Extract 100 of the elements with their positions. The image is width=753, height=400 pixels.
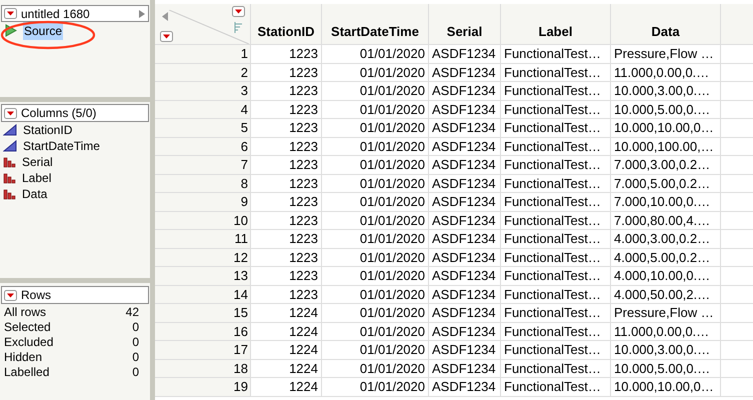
table-cell: ASDF1234 (429, 360, 501, 377)
play-icon[interactable] (5, 24, 17, 37)
column-header[interactable]: Data (611, 4, 721, 44)
table-cell: FunctionalTest… (501, 322, 611, 340)
table-cell: FunctionalTest… (501, 304, 611, 322)
row-number: 6 (155, 138, 251, 155)
table-cell: 01/01/2020 (322, 360, 429, 377)
column-header[interactable]: Serial (429, 4, 501, 44)
dropdown-menu-icon[interactable] (4, 108, 17, 118)
table-cell: 1223 (251, 267, 322, 284)
row-number: 19 (155, 378, 251, 396)
table-cell: FunctionalTest… (501, 286, 611, 303)
table-cell: 01/01/2020 (322, 193, 429, 210)
row-number: 16 (155, 322, 251, 340)
table-cell: 1224 (251, 378, 322, 396)
stat-value: 0 (132, 364, 139, 380)
table-cell: 01/01/2020 (322, 64, 429, 81)
table-cell: ASDF1234 (429, 322, 501, 340)
table-cell: ASDF1234 (429, 193, 501, 210)
column-item[interactable]: Data (22, 185, 48, 203)
table-cell: 1224 (251, 304, 322, 322)
table-cell: 01/01/2020 (322, 322, 429, 340)
table-cell: 10.000,10.00,0… (611, 119, 721, 136)
table-cell: 01/01/2020 (322, 267, 429, 284)
table-cell: 10.000,10.00,0… (611, 378, 721, 396)
row-number: 9 (155, 193, 251, 210)
table-cell: ASDF1234 (429, 156, 501, 174)
table-cell: 01/01/2020 (322, 212, 429, 229)
table-cell: 1223 (251, 174, 322, 192)
table-cell: 1223 (251, 193, 322, 210)
stat-value: 42 (126, 304, 139, 320)
row-number: 4 (155, 100, 251, 118)
table-cell: ASDF1234 (429, 267, 501, 284)
table-cell: ASDF1234 (429, 341, 501, 358)
table-cell: 10.000,5.00,0.… (611, 100, 721, 118)
table-cell: FunctionalTest… (501, 267, 611, 284)
table-cell: 4.000,5.00,0.2… (611, 248, 721, 266)
table-cell: FunctionalTest… (501, 230, 611, 248)
rows-title: Rows (21, 287, 52, 304)
triangle-icon (3, 124, 17, 136)
table-cell: ASDF1234 (429, 82, 501, 100)
dropdown-menu-icon[interactable] (232, 6, 245, 17)
dropdown-menu-icon[interactable] (4, 290, 17, 300)
table-cell: 10.000,100.00,… (611, 138, 721, 155)
expand-arrow-icon[interactable] (138, 8, 146, 18)
table-cell: FunctionalTest… (501, 64, 611, 81)
table-cell: 1224 (251, 360, 322, 377)
bar-chart-icon (3, 188, 16, 200)
table-cell: 1223 (251, 138, 322, 155)
table-cell: Pressure,Flow … (611, 45, 721, 62)
column-item[interactable]: StationID (23, 121, 72, 139)
left-arrow-icon[interactable] (162, 12, 168, 21)
column-item[interactable]: StartDateTime (23, 137, 100, 155)
lines-icon (234, 22, 243, 33)
bar-chart-icon (3, 156, 16, 168)
table-cell: FunctionalTest… (501, 174, 611, 192)
column-header[interactable]: Label (501, 4, 611, 44)
table-cell: ASDF1234 (429, 45, 501, 62)
table-cell: 01/01/2020 (322, 156, 429, 174)
stat-label: Excluded (4, 334, 54, 350)
table-cell: ASDF1234 (429, 174, 501, 192)
table-cell: 01/01/2020 (322, 341, 429, 358)
table-cell: 01/01/2020 (322, 286, 429, 303)
row-number: 15 (155, 304, 251, 322)
column-item[interactable]: Serial (22, 153, 53, 171)
table-cell: Pressure,Flow … (611, 304, 721, 322)
table-cell: 1224 (251, 341, 322, 358)
row-number: 3 (155, 82, 251, 100)
table-cell: 7.000,3.00,0.2… (611, 156, 721, 174)
row-number: 17 (155, 341, 251, 358)
dropdown-menu-icon[interactable] (160, 31, 173, 42)
table-cell: 1223 (251, 82, 322, 100)
table-cell: 7.000,5.00,0.2… (611, 174, 721, 192)
table-cell: 1223 (251, 248, 322, 266)
table-cell: 7.000,10.00,0.… (611, 193, 721, 210)
table-cell: FunctionalTest… (501, 156, 611, 174)
table-cell: 01/01/2020 (322, 230, 429, 248)
table-cell: 01/01/2020 (322, 248, 429, 266)
row-number: 13 (155, 267, 251, 284)
table-cell: 01/01/2020 (322, 174, 429, 192)
table-cell: FunctionalTest… (501, 119, 611, 136)
table-cell: 1223 (251, 64, 322, 81)
table-cell: ASDF1234 (429, 138, 501, 155)
column-header[interactable]: StationID (251, 4, 322, 44)
row-number: 8 (155, 174, 251, 192)
table-cell: 1223 (251, 286, 322, 303)
table-cell: 4.000,10.00,0.… (611, 267, 721, 284)
table-cell: 01/01/2020 (322, 100, 429, 118)
table-cell: FunctionalTest… (501, 360, 611, 377)
stat-label: All rows (4, 304, 46, 320)
row-number: 1 (155, 45, 251, 62)
table-cell: 01/01/2020 (322, 119, 429, 136)
row-number: 2 (155, 64, 251, 81)
stat-label: Labelled (4, 364, 50, 380)
column-header[interactable]: StartDateTime (322, 4, 429, 44)
table-cell: ASDF1234 (429, 286, 501, 303)
row-number: 7 (155, 156, 251, 174)
column-item[interactable]: Label (22, 169, 52, 187)
table-cell: 11.000,0.00,0.… (611, 64, 721, 81)
dropdown-menu-icon[interactable] (4, 8, 17, 19)
